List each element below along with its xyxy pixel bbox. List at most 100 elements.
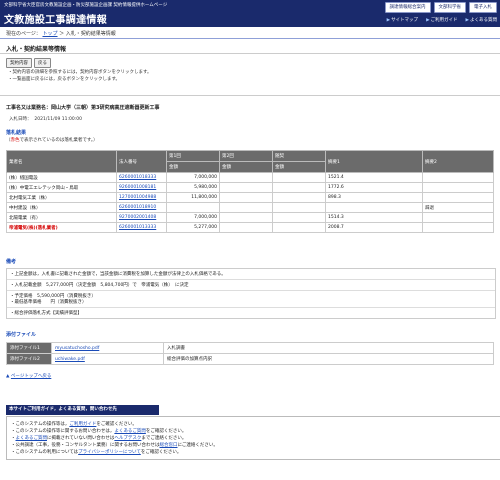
results-title: 落札結果: [6, 130, 27, 136]
round2-cell: [219, 182, 273, 193]
breadcrumb-current: 入札・契約結果等情報: [65, 31, 116, 37]
remark-line: ・総合評価落札方式【実績評価型】: [10, 311, 82, 316]
bid-date: 入札日時： 2021/11/09 11:00:00: [9, 117, 82, 122]
round1-cell: [166, 202, 220, 213]
page-title: 入札・契約結果等情報: [6, 46, 67, 53]
table-header-row: 業者名 法人番号 第1回 第2回 随契 摘要1 摘要2: [6, 150, 494, 173]
private-cell: [272, 172, 326, 183]
round2-cell: [219, 192, 273, 203]
memo1-cell: 1521.4: [325, 172, 423, 183]
sub-amount: 金額: [272, 161, 326, 173]
round1-cell: 5,277,000: [166, 222, 220, 233]
corp-number-cell: 9270002001408: [116, 212, 167, 223]
general-contact-link[interactable]: 総合窓口: [160, 443, 178, 448]
user-guide-link[interactable]: ▶ご利用ガイド: [426, 17, 457, 23]
round2-cell: [219, 202, 273, 213]
faq-link[interactable]: よくあるご質問: [16, 436, 48, 441]
company-cell: 中村建設（株）: [6, 202, 117, 213]
arrow-right-icon: ▶: [426, 18, 430, 23]
corp-number-cell: 6260001018333: [116, 172, 167, 183]
site-title[interactable]: 文教施設工事調達情報: [4, 11, 107, 26]
header-links: ▶サイトマップ ▶ご利用ガイド ▶よくある質問: [387, 17, 497, 23]
sitemap-link[interactable]: ▶サイトマップ: [387, 17, 418, 23]
round1-cell: 7,000,000: [166, 172, 220, 183]
private-cell: [272, 182, 326, 193]
privacy-policy-link[interactable]: プライバシーポリシーについて: [78, 450, 141, 455]
corp-number-link[interactable]: 9260001008181: [119, 185, 156, 190]
file-label: 添付ファイル2: [6, 353, 52, 365]
memo2-cell: [422, 172, 494, 183]
files-table: 添付ファイル1 myusatuchosho.pdf 入札調書 添付ファイル2 u…: [6, 342, 494, 365]
files-title: 添付ファイル: [6, 332, 37, 338]
table-row: 中村建設（株） 6260001018910 辞退: [6, 202, 494, 213]
memo2-cell: [422, 192, 494, 203]
mext-button[interactable]: 文部科学省: [433, 2, 466, 13]
footer-line: ・このシステムの操作等は，ご利用ガイドをご確認ください。: [11, 422, 137, 427]
table-row: 添付ファイル2 uchiwake.pdf 総合評価の加算点内訳: [6, 353, 494, 365]
memo1-cell: [325, 202, 423, 213]
user-guide-link[interactable]: ご利用ガイド: [69, 422, 96, 427]
remark-line: ・入札記載金額 5,277,000円（決定金額 5,804,700円）で 帝浦電…: [7, 280, 495, 291]
e-bidding-button[interactable]: 電子入札: [469, 2, 497, 13]
memo1-cell: 898.3: [325, 192, 423, 203]
contract-detail-button[interactable]: 契約内容: [6, 58, 32, 68]
memo1-cell: 1514.3: [325, 212, 423, 223]
remark-line: ・上記金額は，入札書に記載された金額で，当該金額に消費税を加算した金額が法律上の…: [7, 269, 495, 280]
sub-amount: 金額: [166, 161, 220, 173]
caret-up-icon: ▲: [6, 374, 10, 379]
round2-cell: [219, 212, 273, 223]
round2-cell: [219, 172, 273, 183]
return-button[interactable]: 戻る: [34, 58, 51, 68]
corp-number-link[interactable]: 1270001004988: [119, 195, 156, 200]
file-link[interactable]: uchiwake.pdf: [55, 357, 85, 362]
page-top-link[interactable]: ▲ ページトップへ戻る: [6, 373, 51, 379]
faq-link[interactable]: ▶よくある質問: [466, 17, 497, 23]
breadcrumb-top[interactable]: トップ: [43, 31, 58, 37]
table-row: 北陽電業（有） 9270002001408 7,000,000 1514.3: [6, 212, 494, 223]
memo2-cell: [422, 222, 494, 233]
file-desc: 総合評価の加算点内訳: [163, 353, 494, 365]
procurement-guide-button[interactable]: 調達情報総合案内: [384, 2, 431, 13]
remarks-title: 備考: [6, 259, 17, 265]
file-link-cell: uchiwake.pdf: [51, 353, 164, 365]
col-round1: 第1回: [166, 150, 220, 162]
file-link[interactable]: myusatuchosho.pdf: [55, 346, 99, 351]
corp-number-link[interactable]: 6260001018333: [119, 175, 156, 180]
table-row: 添付ファイル1 myusatuchosho.pdf 入札調書: [6, 342, 494, 354]
header-buttons: 調達情報総合案内 文部科学省 電子入札: [384, 2, 497, 13]
col-corp-number: 法人番号: [116, 150, 167, 173]
file-label: 添付ファイル1: [6, 342, 52, 354]
corp-number-cell: 6260001018910: [116, 202, 167, 213]
helpdesk-link[interactable]: ヘルプデスク: [114, 436, 141, 441]
divider: [0, 95, 500, 96]
site-header: 文部科学省大臣官房文教施設企画・防災部施設企画課 契約情報提供ホームページ 文教…: [0, 0, 500, 27]
corp-number-link[interactable]: 6260001013333: [119, 225, 156, 230]
memo1-cell: 2008.7: [325, 222, 423, 233]
corp-number-cell: 1270001004988: [116, 192, 167, 203]
file-desc: 入札調書: [163, 342, 494, 354]
memo2-cell: [422, 212, 494, 223]
footer-line: ・このシステムの利用についてはプライバシーポリシーについてをご確認ください。: [11, 450, 182, 455]
sub-amount: 金額: [219, 161, 273, 173]
footer-bar: 本サイトご利用ガイド，よくある質問，問い合わせ先: [6, 405, 159, 415]
note-line: ・一覧画面に戻るには，戻るボタンをクリックします。: [8, 77, 121, 82]
footer-line: ・よくあるご質問に掲載されていない問い合わせはヘルプデスクまでご連絡ください。: [11, 436, 187, 441]
corp-number-link[interactable]: 9270002001408: [119, 215, 156, 220]
private-cell: [272, 212, 326, 223]
col-memo1: 摘要1: [325, 150, 423, 173]
faq-link[interactable]: よくあるご質問: [114, 429, 146, 434]
table-row: (株）中電工エレテック岡山・鳥取 9260001008181 5,980,000 17…: [6, 182, 494, 193]
corp-number-link[interactable]: 6260001018910: [119, 205, 156, 210]
round1-cell: 5,980,000: [166, 182, 220, 193]
control-buttons: 契約内容 戻る: [6, 58, 53, 68]
divider: [0, 38, 500, 39]
breadcrumb: 現在のページ： トップ ＞ 入札・契約結果等情報: [6, 31, 116, 37]
company-cell: 北陽電業（有）: [6, 212, 117, 223]
round2-cell: [219, 222, 273, 233]
company-cell: (株）中電工エレテック岡山・鳥取: [6, 182, 117, 193]
memo2-cell: 辞退: [422, 202, 494, 213]
table-row: (株）楢国電設 6260001018333 7,000,000 1521.4: [6, 172, 494, 183]
arrow-right-icon: ▶: [386, 18, 391, 23]
footer-line: ・公共調達（工事，役務・コンサルタント業務）に関するお問い合わせは総合窓口にご連…: [11, 443, 218, 448]
col-company: 業者名: [6, 150, 117, 173]
